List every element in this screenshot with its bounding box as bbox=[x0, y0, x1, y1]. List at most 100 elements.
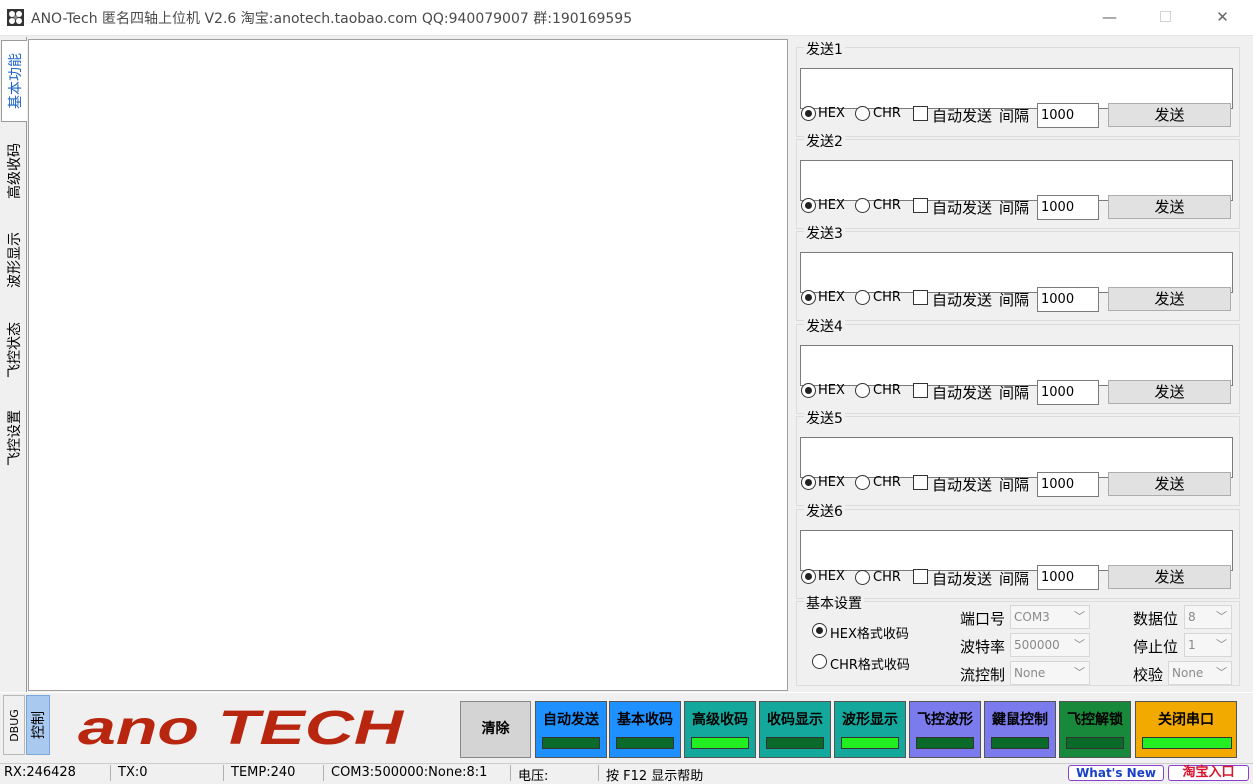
interval-label: 间隔 bbox=[999, 199, 1030, 217]
status-divider bbox=[598, 765, 599, 781]
hex-radio[interactable] bbox=[801, 290, 816, 305]
chr-radio[interactable] bbox=[855, 383, 870, 398]
tx-count: TX:0 bbox=[118, 765, 148, 780]
chevron-down-icon: ﹀ bbox=[1216, 610, 1227, 623]
databits-value: 8 bbox=[1188, 610, 1196, 624]
tab-flight-status[interactable]: 飞控状态 bbox=[1, 307, 27, 393]
baud-select[interactable]: 500000 ﹀ bbox=[1010, 633, 1090, 657]
chr-radio[interactable] bbox=[855, 570, 870, 585]
auto-send-checkbox[interactable] bbox=[913, 569, 928, 584]
receive-display-button[interactable]: 收码显示 bbox=[759, 701, 831, 758]
flow-select[interactable]: None ﹀ bbox=[1010, 661, 1090, 685]
tab-waveform[interactable]: 波形显示 bbox=[1, 217, 27, 303]
send-button[interactable]: 发送 bbox=[1108, 103, 1231, 127]
interval-input[interactable]: 1000 bbox=[1037, 287, 1099, 312]
chr-radio[interactable] bbox=[855, 475, 870, 490]
auto-send-label: 自动发送 bbox=[932, 107, 993, 125]
hex-radio[interactable] bbox=[801, 569, 816, 584]
hex-radio[interactable] bbox=[801, 475, 816, 490]
send-button[interactable]: 发送 bbox=[1108, 195, 1231, 219]
send-group-label: 发送3 bbox=[804, 223, 845, 243]
brand-text: ano TECH bbox=[78, 702, 405, 753]
send-group-3: 发送3 HEX CHR 自动发送 间隔 1000 发送 bbox=[796, 223, 1240, 321]
tab-label: 飞控状态 bbox=[7, 322, 23, 378]
send-button[interactable]: 发送 bbox=[1108, 472, 1231, 496]
send-group-1: 发送1 HEX CHR 自动发送 间隔 1000 发送 bbox=[796, 39, 1240, 137]
status-bar: RX:246428 TX:0 TEMP:240 COM3:500000:None… bbox=[0, 763, 1253, 784]
clear-button[interactable]: 清除 bbox=[460, 701, 531, 758]
stopbits-select[interactable]: 1 ﹀ bbox=[1184, 633, 1232, 657]
databits-select[interactable]: 8 ﹀ bbox=[1184, 605, 1232, 629]
interval-input[interactable]: 1000 bbox=[1037, 380, 1099, 405]
port-select[interactable]: COM3 ﹀ bbox=[1010, 605, 1090, 629]
control-tab[interactable]: 控制 bbox=[26, 695, 50, 755]
auto-send-checkbox[interactable] bbox=[913, 106, 928, 121]
button-label: 关闭串口 bbox=[1158, 712, 1214, 728]
control-label: 控制 bbox=[31, 711, 47, 739]
taobao-link[interactable]: 淘宝入口 bbox=[1168, 765, 1249, 781]
auto-send-checkbox[interactable] bbox=[913, 475, 928, 490]
button-label: 基本收码 bbox=[617, 712, 673, 728]
interval-input[interactable]: 1000 bbox=[1037, 195, 1099, 220]
minimize-button[interactable]: — bbox=[1081, 0, 1138, 34]
auto-send-checkbox[interactable] bbox=[913, 290, 928, 305]
chevron-down-icon: ﹀ bbox=[1216, 666, 1227, 679]
parity-select[interactable]: None ﹀ bbox=[1168, 661, 1232, 685]
basic-receive-button[interactable]: 基本收码 bbox=[609, 701, 681, 758]
status-indicator bbox=[542, 737, 600, 749]
keyboard-mouse-control-button[interactable]: 鍵鼠控制 bbox=[984, 701, 1056, 758]
chr-radio[interactable] bbox=[855, 198, 870, 213]
status-divider bbox=[110, 765, 111, 781]
auto-send-button[interactable]: 自动发送 bbox=[535, 701, 607, 758]
interval-input[interactable]: 1000 bbox=[1037, 565, 1099, 590]
basic-settings-group: 基本设置 HEX格式收码 CHR格式收码 端口号 COM3 ﹀ 波特率 50000… bbox=[796, 593, 1240, 686]
status-indicator bbox=[1142, 737, 1232, 749]
whats-new-button[interactable]: What's New bbox=[1068, 765, 1164, 781]
chr-radio[interactable] bbox=[855, 106, 870, 121]
hex-receive-radio[interactable] bbox=[812, 623, 827, 638]
hex-receive-label: HEX格式收码 bbox=[830, 627, 909, 642]
status-indicator bbox=[1066, 737, 1124, 749]
hex-radio[interactable] bbox=[801, 106, 816, 121]
auto-send-checkbox[interactable] bbox=[913, 198, 928, 213]
ano-tech-logo: ano TECH bbox=[78, 702, 405, 753]
maximize-button[interactable]: ☐ bbox=[1137, 0, 1194, 34]
send-group-label: 发送6 bbox=[804, 501, 845, 521]
send-button[interactable]: 发送 bbox=[1108, 380, 1231, 404]
chevron-down-icon: ﹀ bbox=[1216, 638, 1227, 651]
send-button[interactable]: 发送 bbox=[1108, 565, 1231, 589]
send-group-label: 发送5 bbox=[804, 408, 845, 428]
waveform-display-button[interactable]: 波形显示 bbox=[834, 701, 906, 758]
chr-label: CHR bbox=[873, 106, 901, 121]
tab-basic-function[interactable]: 基本功能 bbox=[1, 40, 27, 122]
button-label: 飞控解锁 bbox=[1067, 712, 1123, 728]
send-button[interactable]: 发送 bbox=[1108, 287, 1231, 311]
auto-send-checkbox[interactable] bbox=[913, 383, 928, 398]
temp-value: TEMP:240 bbox=[231, 765, 296, 780]
hex-label: HEX bbox=[818, 290, 845, 305]
close-button[interactable]: ✕ bbox=[1194, 0, 1251, 34]
hex-radio[interactable] bbox=[801, 383, 816, 398]
button-label: 波形显示 bbox=[842, 712, 898, 728]
advanced-receive-button[interactable]: 高级收码 bbox=[684, 701, 756, 758]
interval-input[interactable]: 1000 bbox=[1037, 472, 1099, 497]
chr-label: CHR bbox=[873, 475, 901, 490]
title-bar: ANO-Tech 匿名四轴上位机 V2.6 淘宝:anotech.taobao.… bbox=[0, 0, 1253, 36]
tab-flight-settings[interactable]: 飞控设置 bbox=[1, 395, 27, 481]
hex-radio[interactable] bbox=[801, 198, 816, 213]
chr-receive-radio[interactable] bbox=[812, 654, 827, 669]
status-indicator bbox=[691, 737, 749, 749]
flight-waveform-button[interactable]: 飞控波形 bbox=[909, 701, 981, 758]
close-serial-port-button[interactable]: 关闭串口 bbox=[1135, 701, 1237, 758]
chr-radio[interactable] bbox=[855, 290, 870, 305]
receive-textarea[interactable] bbox=[28, 39, 788, 691]
interval-input[interactable]: 1000 bbox=[1037, 103, 1099, 128]
status-divider bbox=[323, 765, 324, 781]
app-logo-icon bbox=[7, 9, 24, 26]
rx-count: RX:246428 bbox=[4, 765, 76, 780]
dbug-tab[interactable]: DBUG bbox=[3, 695, 25, 755]
tab-advanced-receive[interactable]: 高级收码 bbox=[1, 129, 27, 213]
send-group-6: 发送6 HEX CHR 自动发送 间隔 1000 发送 bbox=[796, 501, 1240, 599]
button-label: 鍵鼠控制 bbox=[992, 712, 1048, 728]
flight-unlock-button[interactable]: 飞控解锁 bbox=[1059, 701, 1131, 758]
